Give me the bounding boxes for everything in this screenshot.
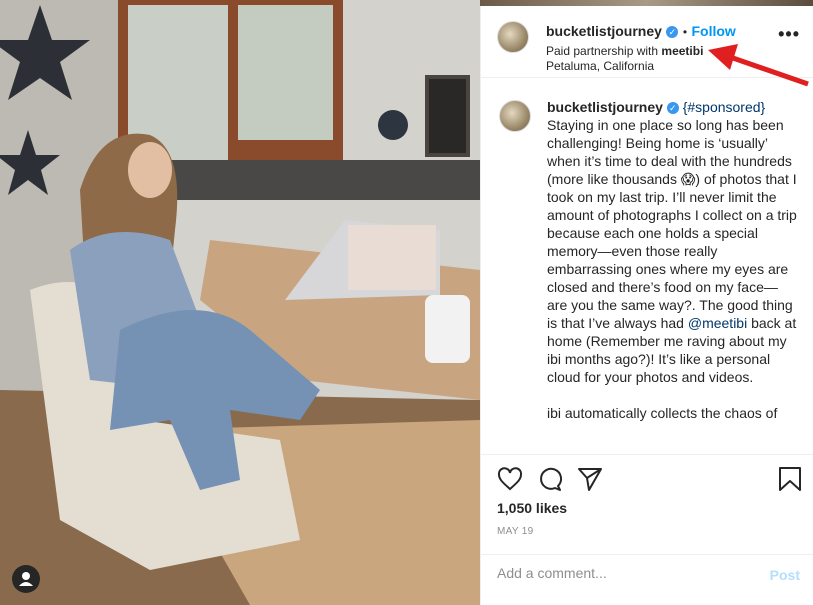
- comment-box: Post: [481, 554, 813, 599]
- bookmark-icon[interactable]: [776, 465, 804, 493]
- location-link[interactable]: Petaluma, California: [546, 59, 703, 74]
- share-icon[interactable]: [576, 465, 604, 493]
- verified-icon: ✓: [666, 26, 679, 38]
- annotation-arrow: [708, 44, 809, 87]
- comment-input[interactable]: [497, 565, 747, 581]
- caption-text: Staying in one place so long has been ch…: [547, 117, 797, 331]
- heart-icon[interactable]: [496, 465, 524, 493]
- partnership-prefix: Paid partnership with: [546, 44, 662, 58]
- post-date[interactable]: MAY 19: [497, 526, 533, 537]
- follow-button[interactable]: Follow: [691, 23, 735, 39]
- post-image[interactable]: [0, 0, 480, 605]
- caption-avatar[interactable]: [499, 100, 531, 132]
- post-button[interactable]: Post: [770, 567, 800, 583]
- tagged-user-icon[interactable]: [12, 565, 40, 593]
- post-side-panel: bucketlistjourney ✓ • Follow Paid partne…: [480, 6, 813, 605]
- username-link[interactable]: bucketlistjourney: [546, 23, 662, 39]
- verified-icon: ✓: [666, 102, 679, 114]
- partner-link[interactable]: meetibi: [661, 44, 703, 58]
- comment-icon[interactable]: [536, 465, 564, 493]
- hashtag-link[interactable]: {#sponsored}: [683, 99, 766, 115]
- mention-link[interactable]: @meetibi: [688, 315, 747, 331]
- caption-text-3: ibi automatically collects the chaos of: [547, 405, 778, 421]
- avatar[interactable]: [497, 21, 529, 53]
- photo-scene: [0, 0, 480, 605]
- likes-count[interactable]: 1,050 likes: [497, 500, 567, 516]
- caption-username[interactable]: bucketlistjourney: [547, 99, 663, 115]
- partnership-label: Paid partnership with meetibi: [546, 44, 703, 59]
- caption: bucketlistjourney ✓ {#sponsored} Staying…: [481, 78, 813, 456]
- separator: •: [682, 25, 688, 39]
